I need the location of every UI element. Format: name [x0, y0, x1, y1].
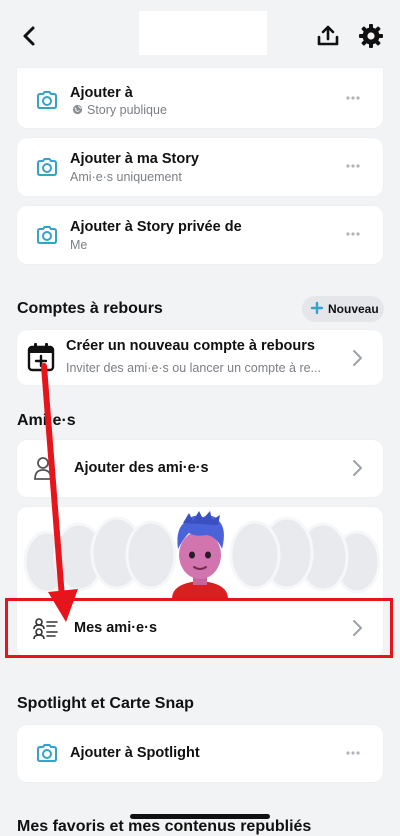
story-row-subtitle: Me — [70, 238, 88, 252]
top-bar — [0, 0, 400, 68]
header-title-box — [139, 11, 267, 55]
section-title-favorites: Mes favoris et mes contenus republiés — [17, 818, 312, 835]
back-arrow-icon[interactable] — [16, 22, 44, 50]
more-options-icon[interactable] — [345, 95, 361, 101]
scroll-fade — [0, 60, 400, 72]
home-indicator[interactable] — [130, 814, 270, 819]
story-row-title: Ajouter à Story privée de — [70, 219, 242, 235]
chevron-right-icon — [353, 350, 362, 366]
add-to-spotlight-label: Ajouter à Spotlight — [70, 745, 200, 761]
plus-icon — [310, 301, 324, 315]
camera-icon — [37, 744, 57, 762]
redacted-name — [147, 76, 233, 98]
story-row-private[interactable]: Ajouter à Story privée de Me — [17, 206, 383, 264]
new-countdown-button[interactable]: Nouveau — [302, 296, 384, 322]
add-friends-label: Ajouter des ami·e·s — [74, 460, 209, 476]
camera-icon — [37, 158, 57, 176]
more-options-icon[interactable] — [345, 231, 361, 237]
section-title-spotlight: Spotlight et Carte Snap — [17, 695, 194, 712]
more-options-icon[interactable] — [345, 750, 361, 756]
highlight-box — [5, 598, 393, 658]
create-countdown-row[interactable]: Créer un nouveau compte à rebours Invite… — [17, 330, 383, 385]
add-to-spotlight-row[interactable]: Ajouter à Spotlight — [17, 725, 383, 782]
globe-icon — [72, 104, 83, 115]
friend-avatars-illustration — [23, 511, 381, 599]
story-row-my-story[interactable]: Ajouter à ma Story Ami·e·s uniquement — [17, 138, 383, 196]
chevron-right-icon — [353, 460, 362, 476]
camera-icon — [37, 91, 57, 109]
new-countdown-label: Nouveau — [328, 302, 379, 316]
story-row-title: Ajouter à ma Story — [70, 151, 199, 167]
add-friends-row[interactable]: Ajouter des ami·e·s — [17, 440, 383, 497]
section-title-countdowns: Comptes à rebours — [17, 300, 163, 317]
story-row-title: Ajouter à — [70, 85, 133, 101]
share-icon[interactable] — [314, 22, 342, 50]
calendar-plus-icon — [27, 343, 55, 372]
more-options-icon[interactable] — [345, 163, 361, 169]
story-row-public[interactable]: Ajouter à Story publique — [17, 68, 383, 128]
person-icon — [34, 457, 52, 480]
story-row-subtitle: Ami·e·s uniquement — [70, 170, 182, 184]
story-row-subtitle: Story publique — [87, 103, 167, 117]
create-countdown-subtitle: Inviter des ami·e·s ou lancer un compte … — [66, 361, 321, 375]
settings-gear-icon[interactable] — [357, 22, 385, 50]
section-title-friends: Ami·e·s — [17, 412, 76, 429]
camera-icon — [37, 226, 57, 244]
create-countdown-title: Créer un nouveau compte à rebours — [66, 338, 315, 354]
